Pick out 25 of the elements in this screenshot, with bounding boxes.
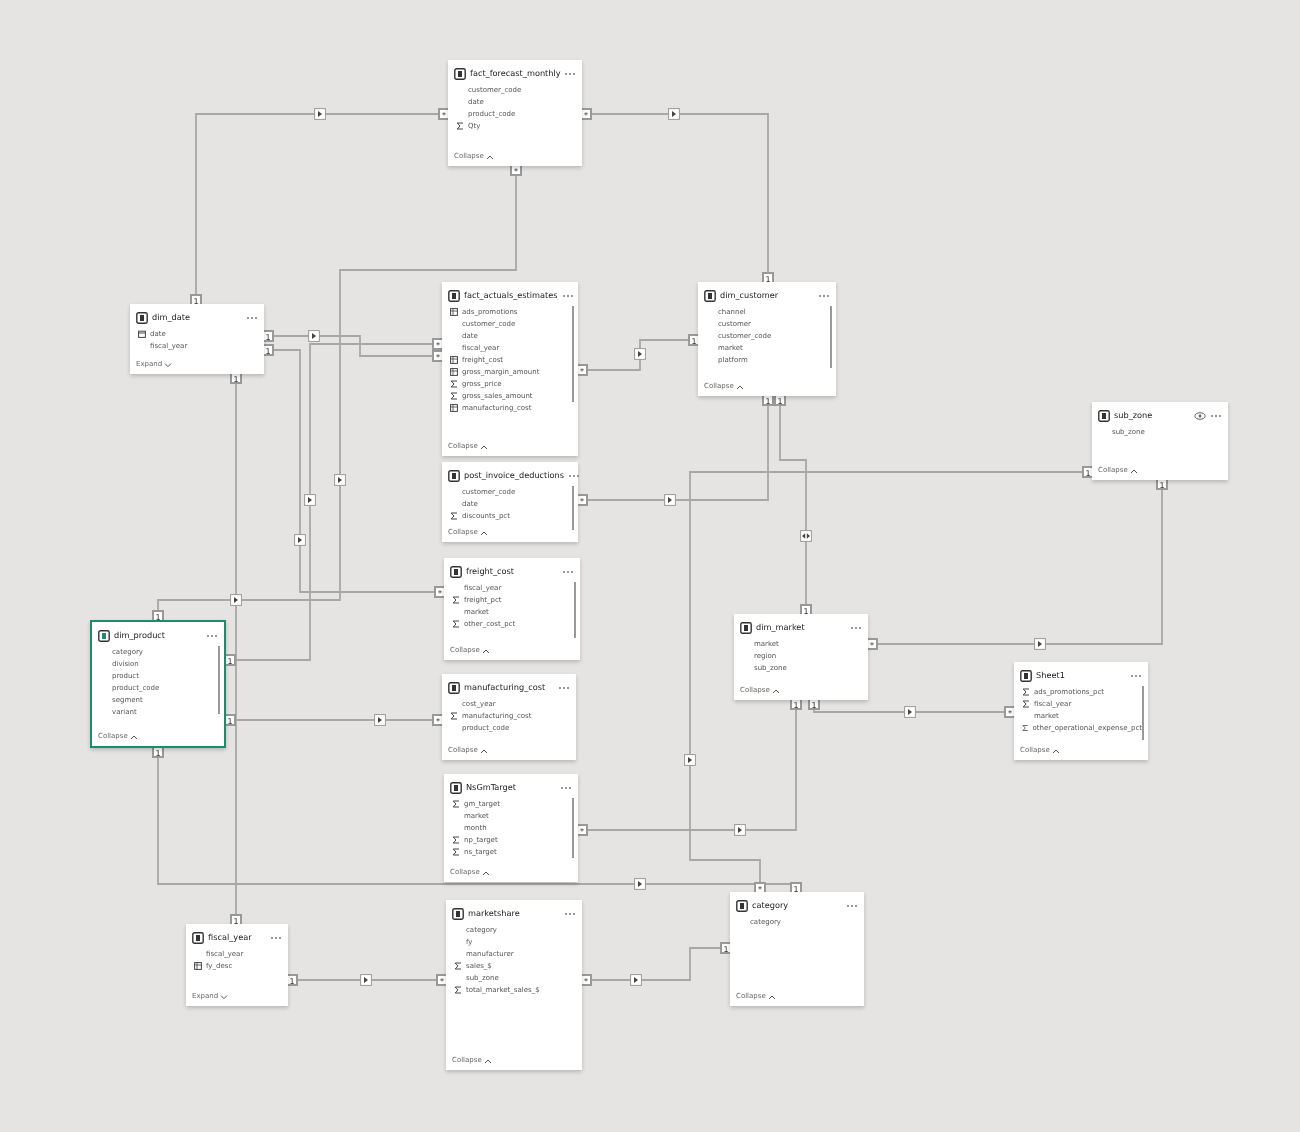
table-icon [192,931,204,943]
table-icon [136,311,148,323]
eye-icon[interactable] [1194,411,1206,419]
table-icon [454,67,466,79]
table-icon [448,469,460,481]
scrollbar[interactable] [571,306,574,402]
scrollbar[interactable] [573,582,576,639]
table-icon [736,899,748,911]
table-icon [704,289,716,301]
scrollbar[interactable] [829,306,832,369]
table-icon [740,621,752,633]
chevron-down-icon[interactable] [164,361,173,367]
table-icon [1020,669,1032,681]
table-icon [450,565,462,577]
scrollbar[interactable] [571,486,574,530]
scrollbar[interactable] [217,646,220,715]
chevron-down-icon[interactable] [220,993,229,999]
table-icon [98,629,110,641]
table-icon [1098,409,1110,421]
table-icon [452,907,464,919]
table-icon [448,289,460,301]
table-icon [450,781,462,793]
table-icon [448,681,460,693]
scrollbar[interactable] [1141,686,1144,740]
scrollbar[interactable] [571,798,574,858]
